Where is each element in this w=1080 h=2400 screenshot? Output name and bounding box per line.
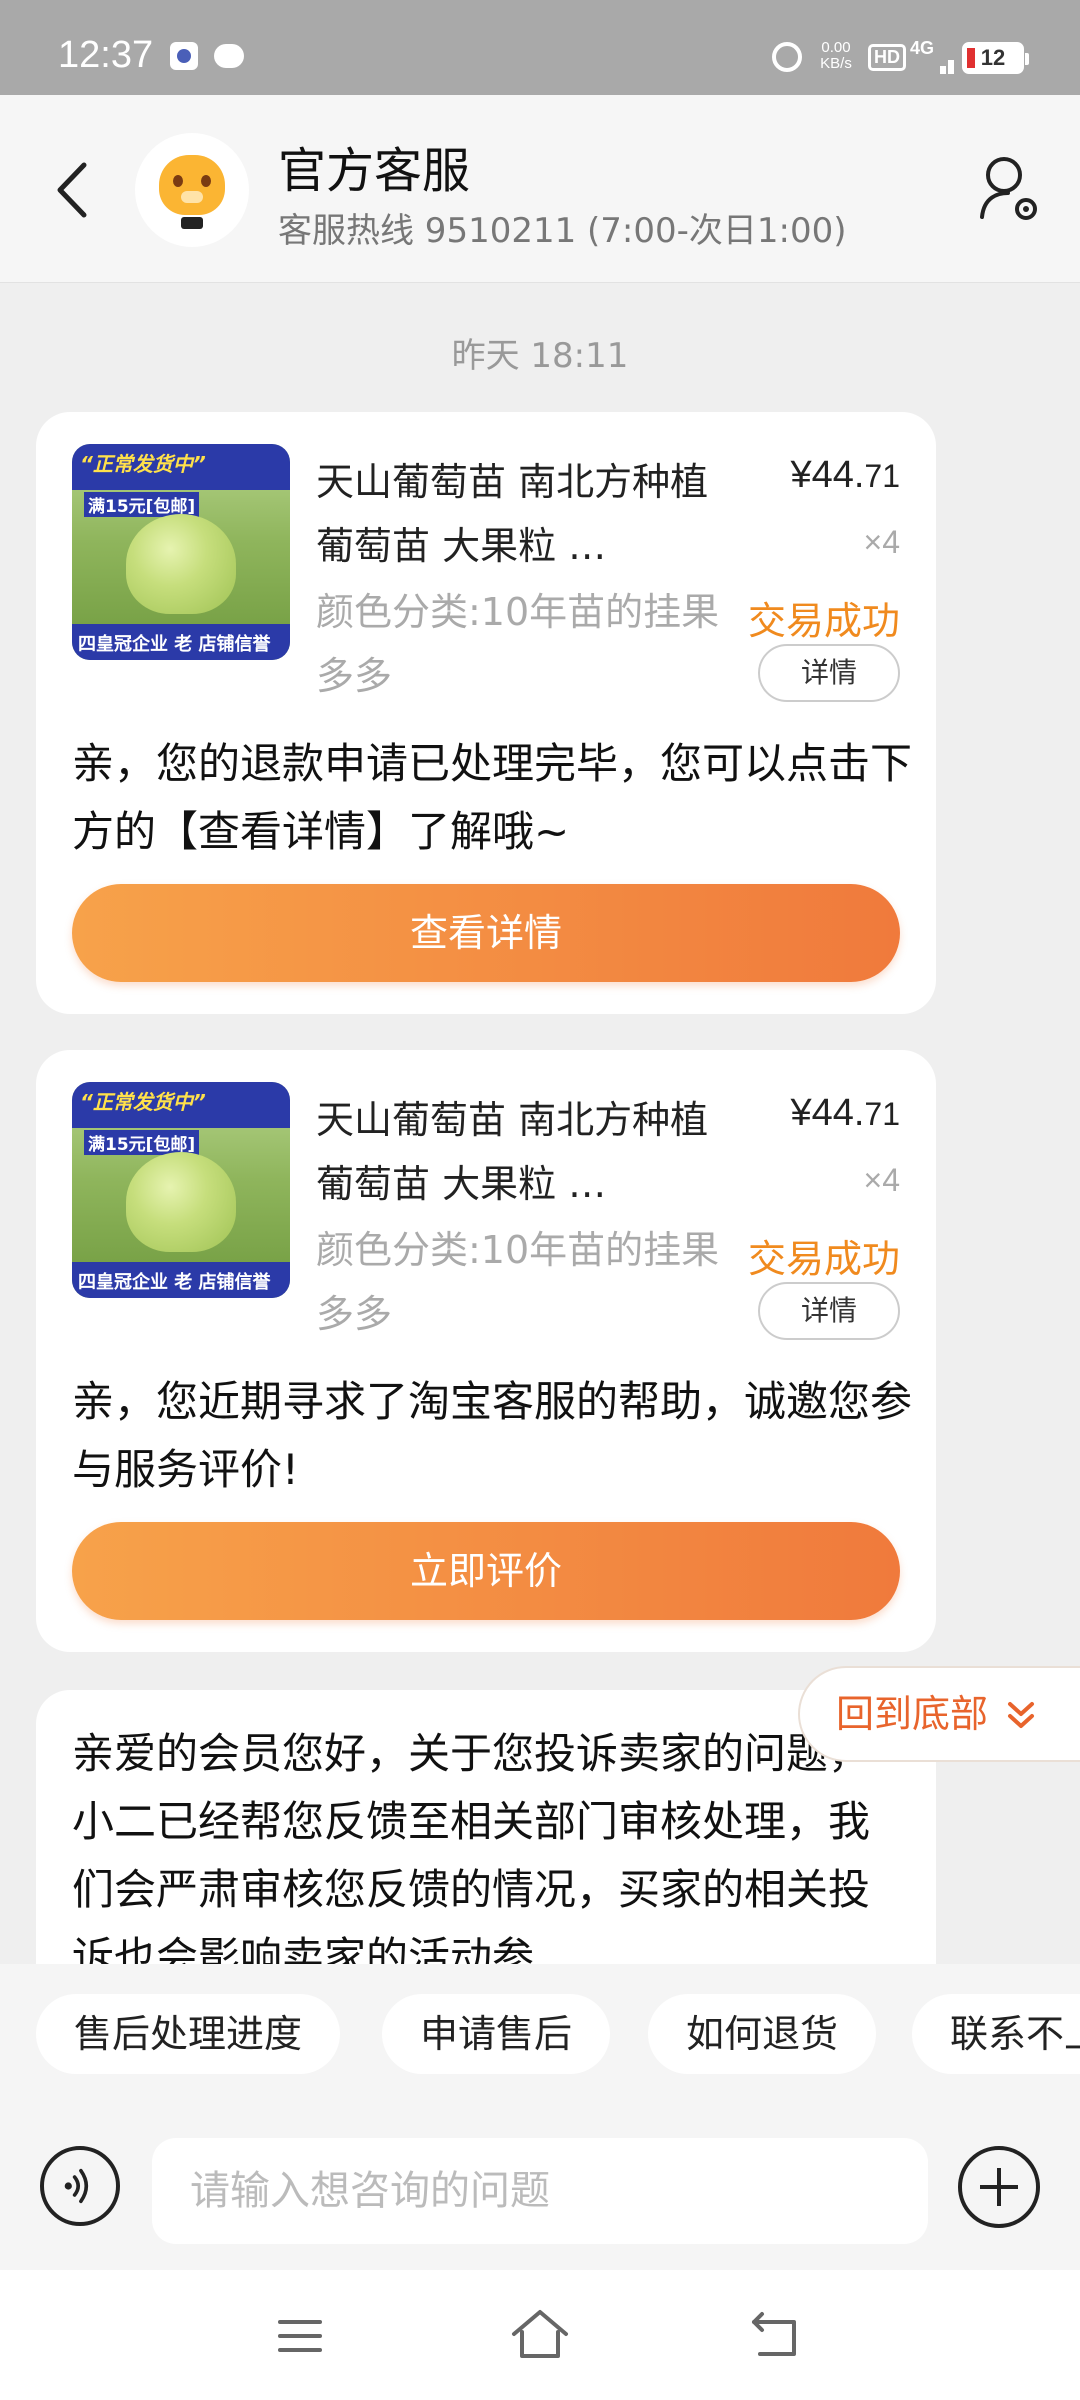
chat-header: 官方客服 客服热线 9510211 (7:00-次日1:00) [0, 95, 1080, 283]
price-decimal: 71 [864, 458, 900, 494]
price-decimal: 71 [864, 1096, 900, 1132]
back-icon[interactable] [748, 2306, 808, 2362]
status-time: 12:37 [58, 34, 154, 76]
price-main: ¥44. [790, 1092, 865, 1134]
voice-icon[interactable] [40, 2146, 120, 2226]
hd-badge: HD [868, 44, 906, 71]
order-message-card: “正常发货中” 满15元[包邮] 四皇冠企业 老 店铺信誉 天山葡萄苗 南北方种… [36, 1050, 936, 1652]
quick-replies: 售后处理进度 申请售后 如何退货 联系不上卖家 [0, 1964, 1080, 2094]
product-thumbnail[interactable]: “正常发货中” 满15元[包邮] 四皇冠企业 老 店铺信誉 [72, 444, 290, 660]
input-bar [0, 2094, 1080, 2270]
system-nav-bar [0, 2270, 1080, 2400]
user-settings-icon[interactable] [978, 153, 1044, 225]
rate-now-button[interactable]: 立即评价 [72, 1522, 900, 1620]
alarm-icon [772, 42, 802, 72]
net-speed: 0.00 KB/s [815, 40, 857, 72]
message-input[interactable] [152, 2138, 928, 2244]
message-timestamp: 昨天 18:11 [451, 336, 629, 376]
message-notification-icon [214, 44, 244, 68]
order-detail-button[interactable]: 详情 [758, 644, 900, 702]
status-bar: 12:37 0.00 KB/s HD 4G 12 [0, 0, 1080, 95]
chat-area[interactable]: 昨天 18:11 “正常发货中” 满15元[包邮] 四皇冠企业 老 店铺信誉 天… [0, 284, 1080, 1964]
product-price: ¥44.71 [790, 454, 900, 497]
view-details-button[interactable]: 查看详情 [72, 884, 900, 982]
order-message-card: “正常发货中” 满15元[包邮] 四皇冠企业 老 店铺信誉 天山葡萄苗 南北方种… [36, 412, 936, 1014]
order-status: 交易成功 [747, 599, 900, 643]
product-spec: 颜色分类:10年苗的挂果多多 [316, 1228, 720, 1336]
order-status: 交易成功 [747, 1237, 900, 1281]
thumb-bottom-text: 四皇冠企业 老 店铺信誉 [78, 634, 271, 655]
avatar[interactable] [135, 133, 249, 247]
app-notification-icon [170, 42, 198, 70]
back-to-bottom-button[interactable]: 回到底部 [798, 1666, 1080, 1762]
quick-reply-chip[interactable]: 联系不上卖家 [912, 1994, 1080, 2074]
thumb-top-text: “正常发货中” [80, 452, 206, 476]
grapes-image [126, 1152, 236, 1252]
net-speed-value: 0.00 [821, 39, 851, 56]
product-thumbnail[interactable]: “正常发货中” 满15元[包邮] 四皇冠企业 老 店铺信誉 [72, 1082, 290, 1298]
back-to-bottom-label: 回到底部 [836, 1692, 989, 1736]
net-speed-unit: KB/s [820, 55, 852, 72]
message-text: 亲爱的会员您好，关于您投诉卖家的问题，小二已经帮您反馈至相关部门审核处理，我们会… [72, 1729, 871, 1964]
mascot-face [159, 155, 225, 215]
product-name[interactable]: 天山葡萄苗 南北方种植葡萄苗 大果粒 … [316, 1088, 736, 1216]
mascot-bow [181, 217, 203, 229]
product-quantity: ×4 [863, 524, 900, 560]
quick-reply-chip[interactable]: 申请售后 [382, 1994, 611, 2074]
signal-icon [918, 48, 958, 74]
service-hotline: 客服热线 9510211 (7:00-次日1:00) [278, 211, 847, 251]
battery-icon: 12 [962, 42, 1029, 74]
double-chevron-down-icon [1008, 1702, 1034, 1728]
message-text: 亲，您近期寻求了淘宝客服的帮助，诚邀您参与服务评价! [72, 1377, 913, 1494]
quick-reply-chip[interactable]: 售后处理进度 [36, 1994, 341, 2074]
quick-reply-chip[interactable]: 如何退货 [648, 1994, 877, 2074]
product-spec: 颜色分类:10年苗的挂果多多 [316, 590, 720, 698]
menu-icon[interactable] [272, 2316, 328, 2356]
plus-icon[interactable] [958, 2146, 1040, 2228]
home-icon[interactable] [508, 2306, 572, 2362]
thumb-top-text: “正常发货中” [80, 1090, 206, 1114]
grapes-image [126, 514, 236, 614]
message-text: 亲，您的退款申请已处理完毕，您可以点击下方的【查看详情】了解哦~ [72, 739, 913, 856]
battery-level: 12 [980, 45, 1006, 70]
price-main: ¥44. [790, 454, 865, 496]
product-quantity: ×4 [863, 1162, 900, 1198]
product-price: ¥44.71 [790, 1092, 900, 1135]
product-name[interactable]: 天山葡萄苗 南北方种植葡萄苗 大果粒 … [316, 450, 736, 578]
thumb-bottom-text: 四皇冠企业 老 店铺信誉 [78, 1272, 271, 1293]
page-title: 官方客服 [278, 143, 471, 199]
order-detail-button[interactable]: 详情 [758, 1282, 900, 1340]
back-arrow-icon[interactable] [46, 155, 106, 225]
